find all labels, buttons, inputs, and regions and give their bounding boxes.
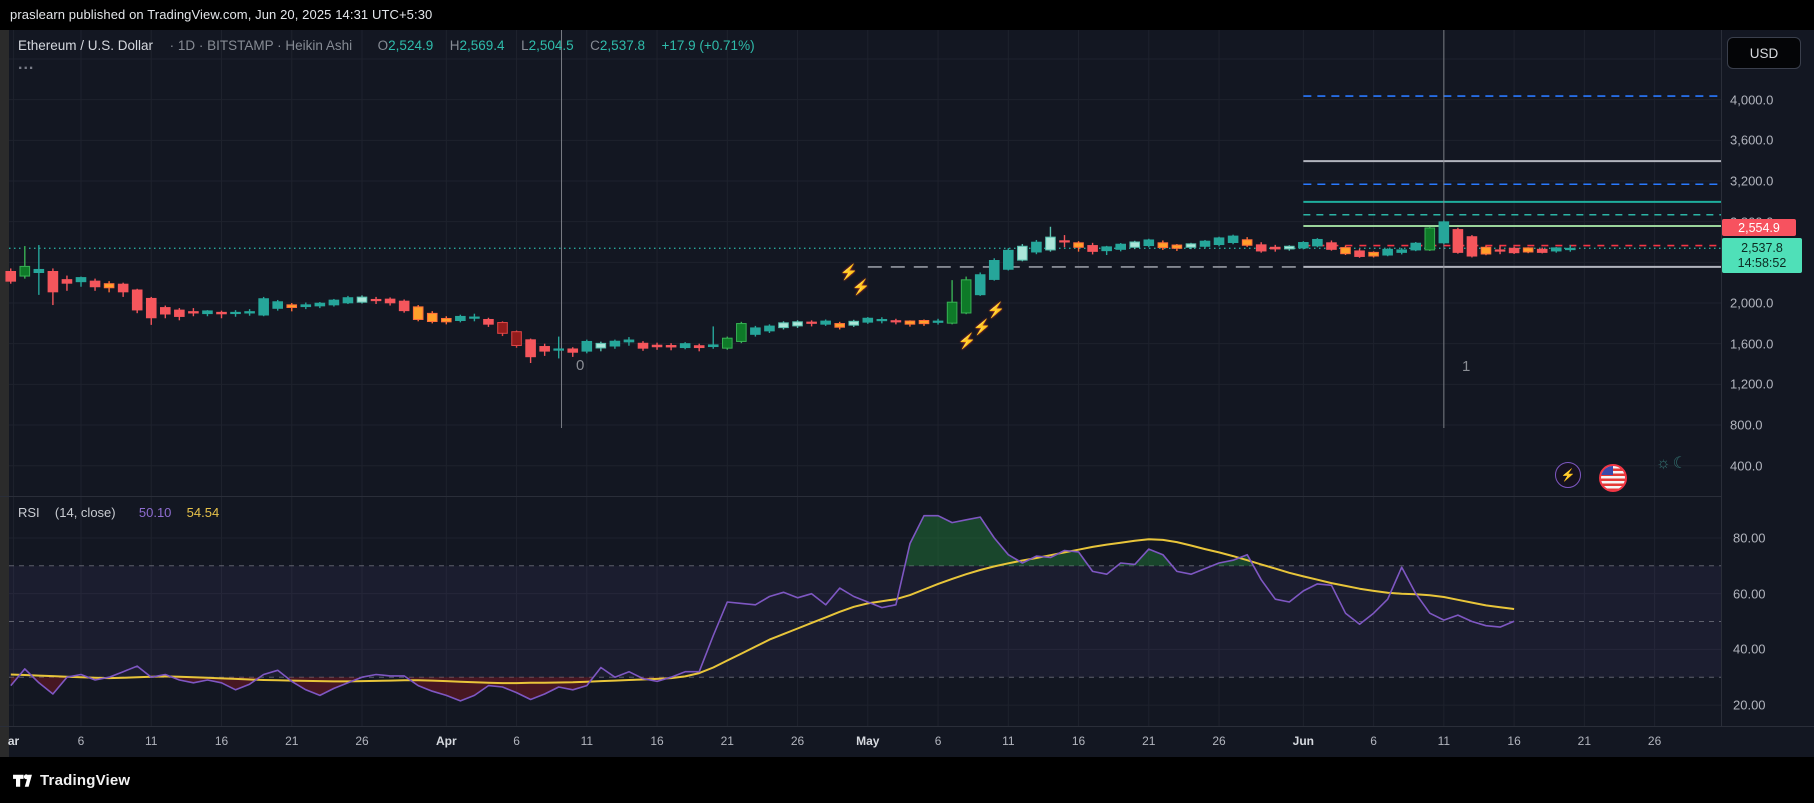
rsi-axis-label: 20.00 bbox=[1733, 698, 1766, 713]
price-axis-label: 400.0 bbox=[1730, 458, 1763, 473]
time-axis-label: 6 bbox=[513, 734, 520, 748]
price-axis-label: 3,200.0 bbox=[1730, 173, 1773, 188]
ohlc-low-value: 2,504.5 bbox=[529, 38, 574, 53]
tradingview-chart-window: praslearn published on TradingView.com, … bbox=[0, 0, 1814, 803]
rsi-title[interactable]: RSI bbox=[18, 505, 40, 520]
symbol-info-row[interactable]: Ethereum / U.S. Dollar · 1D · BITSTAMP ·… bbox=[18, 38, 755, 53]
publish-header-text: praslearn published on TradingView.com, … bbox=[10, 7, 432, 22]
time-axis-label: 16 bbox=[1072, 734, 1085, 748]
time-axis-label: 16 bbox=[1507, 734, 1520, 748]
time-axis-label: 26 bbox=[1212, 734, 1225, 748]
ohlc-close-value: 2,537.8 bbox=[600, 38, 645, 53]
rsi-legend-row[interactable]: RSI (14, close) 50.10 54.54 bbox=[18, 505, 219, 520]
time-axis-separator bbox=[0, 726, 1814, 727]
time-axis-label: 11 bbox=[1438, 734, 1450, 748]
last-price-value: 2,537.8 bbox=[1741, 241, 1783, 256]
rsi-axis-label: 40.00 bbox=[1733, 642, 1766, 657]
time-axis-label: Apr bbox=[436, 734, 457, 748]
time-axis-label: 21 bbox=[285, 734, 298, 748]
price-axis-label: 1,200.0 bbox=[1730, 377, 1773, 392]
footer-bar: TradingView bbox=[0, 757, 1814, 803]
supercharts-lightning-badge[interactable]: ⚡ bbox=[1555, 462, 1581, 488]
time-axis-label: 6 bbox=[935, 734, 942, 748]
rsi-ma-current-value: 54.54 bbox=[187, 505, 220, 520]
tradingview-logo[interactable]: TradingView bbox=[12, 770, 130, 791]
ohlc-open-label: O bbox=[378, 38, 389, 53]
rsi-axis-label: 80.00 bbox=[1733, 530, 1766, 545]
time-axis-label: 21 bbox=[721, 734, 734, 748]
time-axis-label: 16 bbox=[215, 734, 228, 748]
rsi-current-value: 50.10 bbox=[139, 505, 172, 520]
time-axis-label: 26 bbox=[1648, 734, 1661, 748]
time-axis-label: 21 bbox=[1578, 734, 1591, 748]
ohlc-high-value: 2,569.4 bbox=[460, 38, 505, 53]
rsi-axis-label: 60.00 bbox=[1733, 586, 1766, 601]
time-axis-label: 11 bbox=[145, 734, 157, 748]
ohlc-high-label: H bbox=[450, 38, 460, 53]
vertical-line-label: 1 bbox=[1462, 358, 1470, 375]
time-axis-label: 11 bbox=[1002, 734, 1014, 748]
time-axis-label: 21 bbox=[1142, 734, 1155, 748]
alert-price-tag[interactable]: 2,554.9 bbox=[1722, 219, 1796, 236]
ohlc-low-label: L bbox=[521, 38, 529, 53]
day-night-icon: ☼☾ bbox=[1656, 453, 1689, 473]
bar-countdown: 14:58:52 bbox=[1738, 256, 1787, 271]
chart-area[interactable] bbox=[0, 30, 1814, 757]
price-axis-label: 800.0 bbox=[1730, 418, 1763, 433]
time-axis-label: May bbox=[856, 734, 879, 748]
symbol-meta[interactable]: · 1D · BITSTAMP · Heikin Ashi bbox=[170, 38, 353, 53]
time-axis-label: 16 bbox=[650, 734, 663, 748]
lightning-icon: ⚡ bbox=[1561, 468, 1576, 482]
symbol-title[interactable]: Ethereum / U.S. Dollar bbox=[18, 38, 153, 53]
more-indicators-toggle[interactable]: ... bbox=[18, 56, 34, 74]
left-edge-strip bbox=[0, 30, 9, 757]
publish-header-bar: praslearn published on TradingView.com, … bbox=[0, 0, 1814, 30]
time-axis-label: ar bbox=[8, 734, 19, 748]
lightning-bolt-marker: ⚡ bbox=[987, 301, 1006, 319]
vertical-line-label: 0 bbox=[576, 357, 584, 374]
tradingview-logo-icon bbox=[12, 770, 33, 791]
price-axis-label: 3,600.0 bbox=[1730, 133, 1773, 148]
us-flag-badge[interactable] bbox=[1599, 464, 1627, 492]
price-axis-label: 1,600.0 bbox=[1730, 336, 1773, 351]
flag-icon bbox=[1601, 466, 1613, 475]
ohlc-close-label: C bbox=[590, 38, 600, 53]
time-axis-label: 26 bbox=[791, 734, 804, 748]
time-axis-label: 26 bbox=[355, 734, 368, 748]
time-axis-label: 6 bbox=[1370, 734, 1377, 748]
rsi-params: (14, close) bbox=[55, 505, 116, 520]
lightning-bolt-marker: ⚡ bbox=[852, 278, 871, 296]
pane-separator[interactable] bbox=[0, 496, 1721, 497]
time-axis-label: 11 bbox=[581, 734, 593, 748]
last-price-tag[interactable]: 2,537.8 14:58:52 bbox=[1722, 238, 1802, 273]
price-axis-label: 4,000.0 bbox=[1730, 92, 1773, 107]
ohlc-open-value: 2,524.9 bbox=[388, 38, 433, 53]
tradingview-logo-text: TradingView bbox=[40, 772, 130, 789]
currency-toggle-button[interactable]: USD bbox=[1727, 37, 1801, 69]
lightning-bolt-marker: ⚡ bbox=[973, 318, 992, 336]
time-axis-label: 6 bbox=[78, 734, 85, 748]
time-axis-label: Jun bbox=[1293, 734, 1314, 748]
price-change: +17.9 (+0.71%) bbox=[662, 38, 755, 53]
price-axis-label: 2,000.0 bbox=[1730, 296, 1773, 311]
